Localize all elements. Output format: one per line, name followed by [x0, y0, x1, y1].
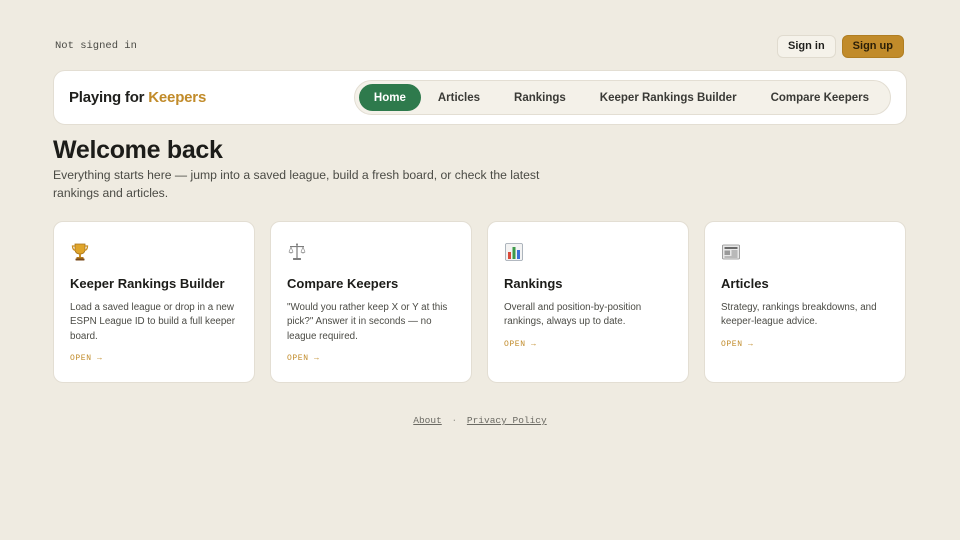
- auth-buttons: Sign in Sign up: [777, 34, 904, 58]
- nav-header: Playing for Keepers Home Articles Rankin…: [53, 70, 907, 125]
- tab-home[interactable]: Home: [358, 84, 421, 111]
- card-open-link[interactable]: OPEN →: [504, 340, 536, 349]
- page-subtitle: Everything starts here — jump into a sav…: [53, 168, 540, 200]
- top-bar: Not signed in Sign in Sign up: [53, 34, 904, 58]
- scales-icon: [287, 242, 307, 262]
- card-title: Compare Keepers: [287, 276, 399, 291]
- card-title: Rankings: [504, 276, 563, 291]
- sign-up-button[interactable]: Sign up: [841, 34, 904, 58]
- main-nav: Home Articles Rankings Keeper Rankings B…: [353, 80, 891, 115]
- trophy-icon: [70, 242, 90, 262]
- site-logo[interactable]: Playing for Keepers: [69, 89, 206, 106]
- tab-rankings[interactable]: Rankings: [497, 84, 583, 111]
- card-open-link[interactable]: OPEN →: [287, 354, 319, 363]
- sign-in-button[interactable]: Sign in: [777, 34, 836, 58]
- card-keeper-rankings-builder[interactable]: Keeper Rankings Builder Load a saved lea…: [53, 221, 255, 383]
- tab-compare-keepers[interactable]: Compare Keepers: [754, 84, 886, 111]
- logo-accent: Keepers: [148, 89, 207, 106]
- footer-separator: ·: [451, 415, 458, 426]
- card-description: Load a saved league or drop in a new ESP…: [70, 302, 236, 342]
- footer: About · Privacy Policy: [0, 415, 960, 426]
- card-title: Keeper Rankings Builder: [70, 276, 225, 291]
- card-compare-keepers[interactable]: Compare Keepers "Would you rather keep X…: [270, 221, 472, 383]
- feature-cards: Keeper Rankings Builder Load a saved lea…: [53, 221, 907, 383]
- auth-status: Not signed in: [55, 40, 137, 52]
- card-title: Articles: [721, 276, 769, 291]
- newspaper-icon: [721, 242, 741, 262]
- tab-articles[interactable]: Articles: [421, 84, 497, 111]
- card-rankings[interactable]: Rankings Overall and position-by-positio…: [487, 221, 689, 383]
- logo-prefix: Playing for: [69, 89, 145, 106]
- card-description: "Would you rather keep X or Y at this pi…: [287, 302, 448, 342]
- page-title: Welcome back: [53, 136, 223, 164]
- tab-keeper-rankings-builder[interactable]: Keeper Rankings Builder: [583, 84, 754, 111]
- card-articles[interactable]: Articles Strategy, rankings breakdowns, …: [704, 221, 906, 383]
- footer-about-link[interactable]: About: [413, 415, 442, 426]
- footer-privacy-link[interactable]: Privacy Policy: [467, 415, 547, 426]
- card-description: Overall and position-by-position ranking…: [504, 302, 642, 328]
- card-open-link[interactable]: OPEN →: [70, 354, 102, 363]
- card-description: Strategy, rankings breakdowns, and keepe…: [721, 302, 877, 328]
- bar-chart-icon: [504, 242, 524, 262]
- card-open-link[interactable]: OPEN →: [721, 340, 753, 349]
